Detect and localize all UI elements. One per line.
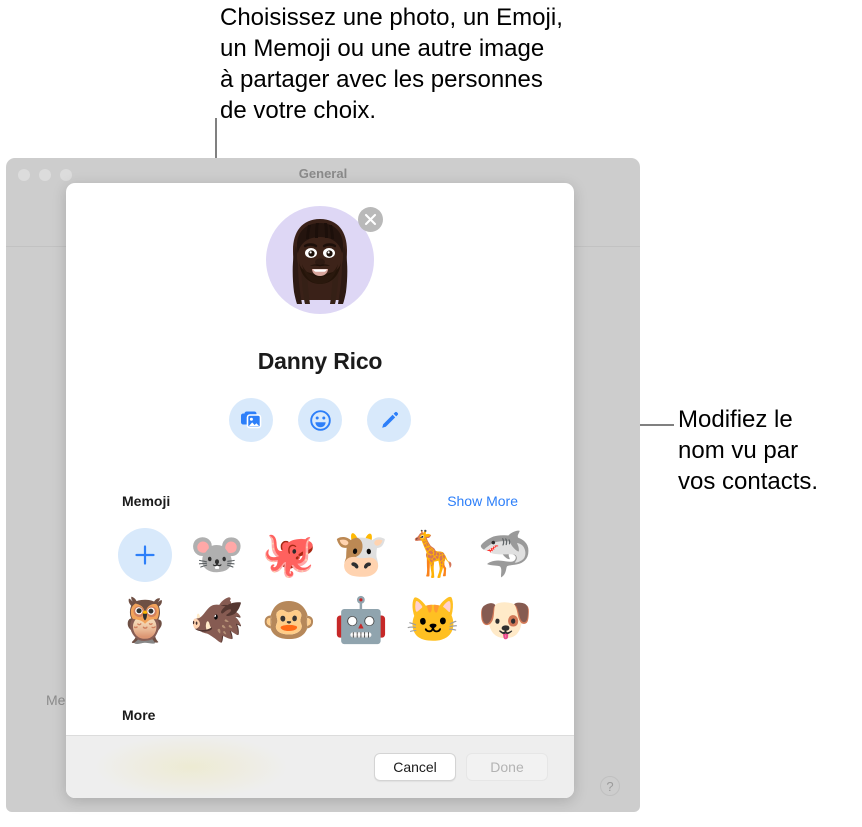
help-button[interactable]: ? [600, 776, 620, 796]
add-memoji-button[interactable] [118, 528, 172, 582]
callout-text-photo-description: Choisissez une photo, un Emoji, un Memoj… [220, 4, 563, 124]
memoji-section-header: Memoji Show More [122, 493, 518, 509]
page-title: Danny Rico [257, 348, 383, 374]
memoji-octopus[interactable]: 🐙 [262, 528, 317, 582]
memoji-giraffe[interactable]: 🦒 [406, 528, 461, 582]
memoji-monkey[interactable]: 🐵 [262, 594, 317, 648]
memoji-owl[interactable]: 🦉 [118, 594, 173, 648]
footer-tint-artifact [96, 736, 286, 798]
memoji-cat[interactable]: 🐱 [406, 594, 461, 648]
memoji-robot[interactable]: 🤖 [334, 594, 389, 648]
choose-photo-button[interactable] [229, 398, 273, 442]
window-title: General [298, 166, 348, 181]
memoji-row: 🦉 🐗 🐵 🤖 🐱 🐶 [118, 594, 534, 648]
profile-picture-sheet: Danny Rico Memoji Show More 🐭 🐙 🐮 🦒 🦈 🦉 … [66, 183, 574, 798]
close-icon [364, 213, 377, 226]
remove-avatar-button[interactable] [358, 207, 383, 232]
memoji-cow[interactable]: 🐮 [334, 528, 389, 582]
edit-name-button[interactable] [367, 398, 411, 442]
callout-text-edit-name-description: Modifiez le nom vu par vos contacts. [678, 406, 819, 495]
memoji-shark[interactable]: 🦈 [478, 528, 533, 582]
memoji-dog[interactable]: 🐶 [478, 594, 533, 648]
background-me-label: Me [46, 692, 66, 708]
show-more-link[interactable]: Show More [447, 493, 518, 509]
plus-icon [135, 545, 155, 565]
sheet-footer: Cancel Done [66, 735, 574, 798]
photos-icon [241, 411, 262, 429]
avatar-container [266, 206, 383, 314]
done-button: Done [466, 753, 548, 781]
memoji-mouse[interactable]: 🐭 [190, 528, 245, 582]
pencil-icon [381, 411, 398, 428]
avatar-action-row [66, 398, 574, 442]
more-section-title: More [122, 707, 156, 723]
memoji-section-title: Memoji [122, 493, 171, 509]
sheet-body: Danny Rico Memoji Show More 🐭 🐙 🐮 🦒 🦈 🦉 … [66, 183, 574, 735]
memoji-boar[interactable]: 🐗 [190, 594, 245, 648]
choose-emoji-button[interactable] [298, 398, 342, 442]
emoji-smiley-icon [309, 409, 331, 431]
cancel-button[interactable]: Cancel [374, 753, 456, 781]
memoji-row: 🐭 🐙 🐮 🦒 🦈 [118, 528, 534, 582]
